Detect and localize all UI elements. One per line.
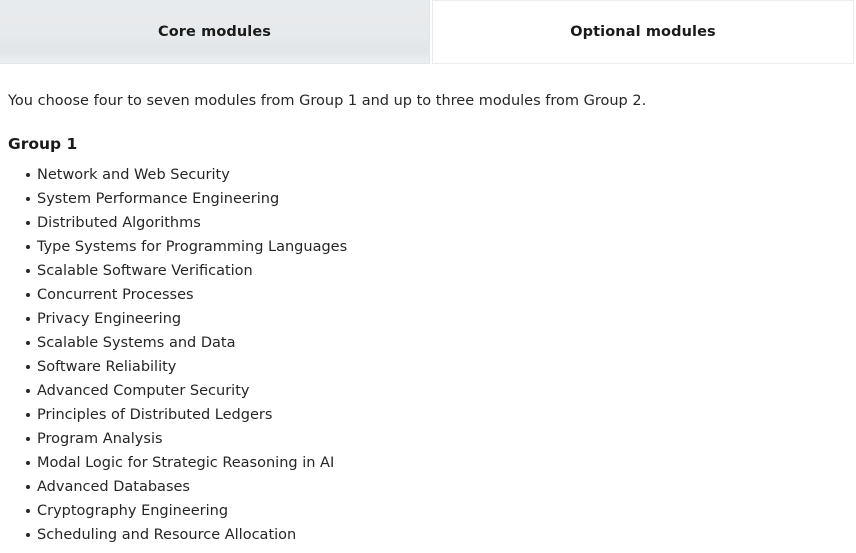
list-item: Software Reliability [8, 355, 848, 379]
list-item: Principles of Distributed Ledgers [8, 403, 848, 427]
list-item: Privacy Engineering [8, 307, 848, 331]
list-item: Network and Web Security [8, 163, 848, 187]
intro-text: You choose four to seven modules from Gr… [8, 93, 647, 109]
tab-core-modules-label: Core modules [157, 23, 272, 40]
module-tabs: Core modules Optional modules [0, 0, 856, 65]
list-item: Type Systems for Programming Languages [8, 235, 848, 259]
list-item: Program Analysis [8, 427, 848, 451]
list-item: Scheduling and Resource Allocation [8, 523, 848, 547]
list-item: Distributed Algorithms [8, 211, 848, 235]
list-item: System Performance Engineering [8, 187, 848, 211]
tab-core-modules[interactable]: Core modules [0, 0, 430, 64]
list-item: Concurrent Processes [8, 283, 848, 307]
list-item: Advanced Computer Security [8, 379, 848, 403]
tab-optional-modules-label: Optional modules [570, 24, 716, 40]
list-item: Cryptography Engineering [8, 499, 848, 523]
module-list: Network and Web Security System Performa… [8, 154, 848, 547]
tab-optional-modules[interactable]: Optional modules [432, 0, 854, 64]
list-item: Scalable Systems and Data [8, 331, 848, 355]
list-item: Advanced Databases [8, 475, 848, 499]
list-item: Scalable Software Verification [8, 259, 848, 283]
list-item: Modal Logic for Strategic Reasoning in A… [8, 451, 848, 475]
tab-panel-core-modules: You choose four to seven modules from Gr… [0, 65, 856, 547]
group-heading: Group 1 [8, 135, 78, 153]
